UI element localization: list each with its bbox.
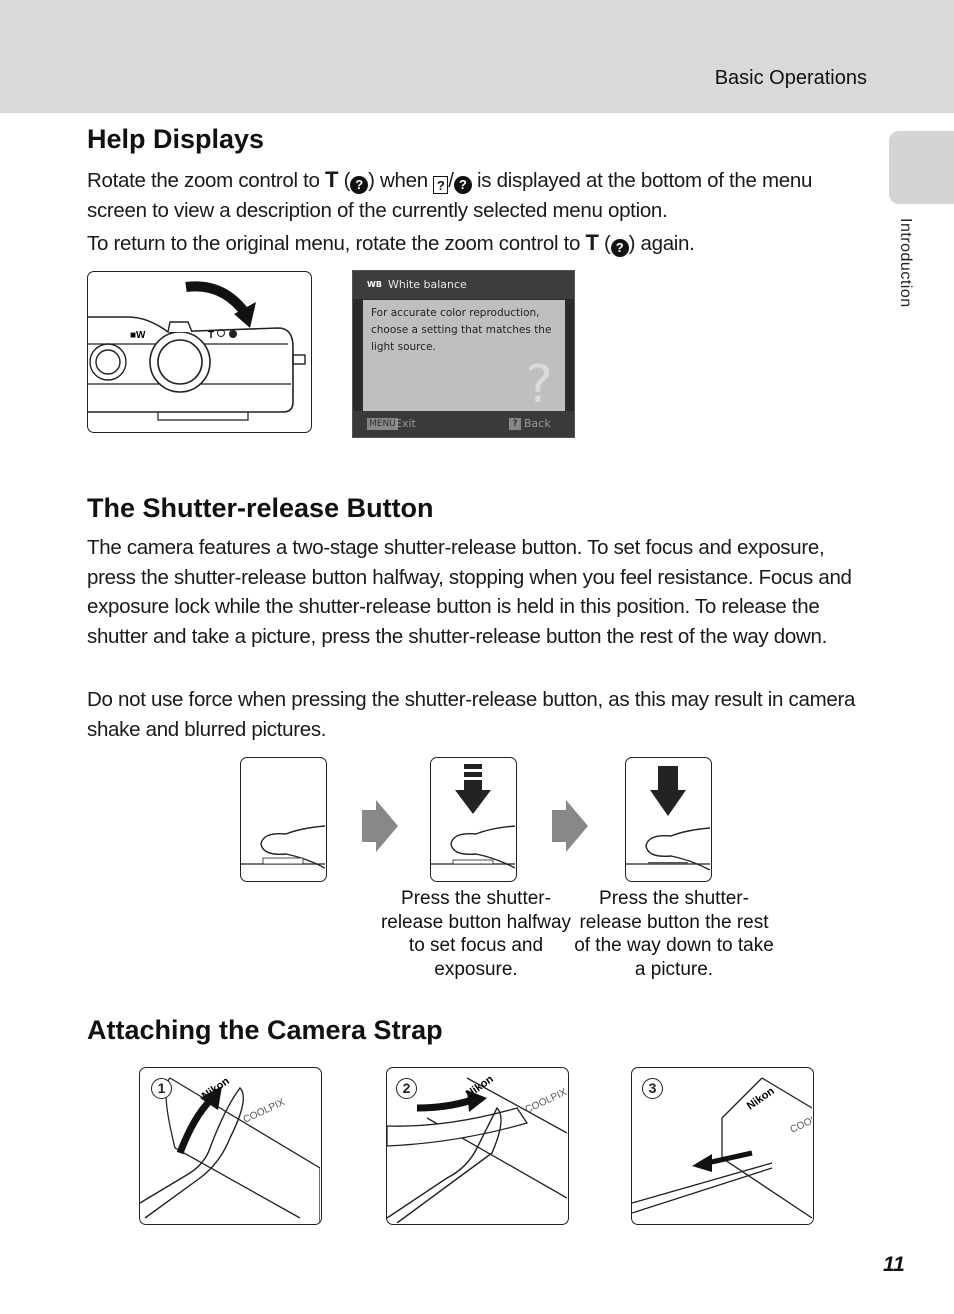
help-circle-icon: ? <box>350 176 369 194</box>
text-span: ) again. <box>628 232 695 255</box>
text-span: ( <box>338 169 351 192</box>
caption-halfway: Press the shutter-release button halfway… <box>380 888 572 980</box>
menu-key-icon: MENU <box>367 418 398 430</box>
strap-direction-arrow-icon <box>692 1154 712 1172</box>
text-span: / <box>448 169 454 192</box>
help-screen-footer: MENU Exit ? Back <box>353 411 574 437</box>
camera-zoom-illustration: ■W T <box>87 271 312 433</box>
heading-shutter-release: The Shutter-release Button <box>87 493 434 523</box>
finger-halfway-illustration <box>430 757 517 882</box>
caption-full-press: Press the shutter-release button the res… <box>574 888 774 980</box>
help-screen-illustration: WB White balance For accurate color repr… <box>352 270 575 438</box>
chapter-tab-label: Introduction <box>897 218 914 308</box>
help-description: For accurate color reproduction, choose … <box>371 307 552 353</box>
step-number-badge: 3 <box>642 1078 663 1099</box>
exit-label: Exit <box>395 417 416 430</box>
help-circle-icon: ? <box>453 176 472 194</box>
text-span: Rotate the zoom control to <box>87 169 326 192</box>
help-screen-header: WB White balance <box>353 271 574 299</box>
help-screen-title: White balance <box>388 278 467 291</box>
help-key-icon: ? <box>509 418 521 430</box>
model-label: COOLPIX <box>524 1087 567 1116</box>
tele-t-glyph: T <box>585 230 599 255</box>
chapter-tab <box>889 131 954 204</box>
heading-help-displays: Help Displays <box>87 124 265 154</box>
brand-label: Nikon <box>745 1085 777 1113</box>
page-header-band: Basic Operations <box>0 0 954 113</box>
help-paragraph-2: To return to the original menu, rotate t… <box>87 228 867 259</box>
help-circle-icon: ? <box>610 239 629 257</box>
shutter-paragraph-2: Do not use force when pressing the shutt… <box>87 688 856 741</box>
text-span: ) when <box>368 169 434 192</box>
finger-full-press-illustration <box>625 757 712 882</box>
press-down-arrow-icon <box>455 790 491 814</box>
strap-step-1-illustration: Nikon COOLPIX 1 <box>139 1067 322 1225</box>
help-screen-body: For accurate color reproduction, choose … <box>363 300 565 411</box>
zoom-wide-label: ■W <box>130 330 146 341</box>
section-title: Basic Operations <box>714 67 867 89</box>
text-span: To return to the original menu, rotate t… <box>87 232 586 255</box>
tele-t-glyph: T <box>325 167 339 192</box>
next-step-arrow-icon <box>552 800 588 852</box>
strap-step-3-illustration: Nikon COOLPIX 3 <box>631 1067 834 1225</box>
step-number-badge: 2 <box>396 1078 417 1099</box>
press-down-arrow-icon <box>650 790 686 816</box>
back-label: Back <box>524 417 551 430</box>
model-label: COOLPIX <box>789 1107 812 1136</box>
question-mark-icon: ? <box>525 355 553 415</box>
camera-top-drawing: ■W T <box>88 281 306 421</box>
next-step-arrow-icon <box>362 800 398 852</box>
model-label: COOLPIX <box>242 1097 287 1126</box>
strap-step-2-illustration: COOLPIX Nikon 2 <box>386 1067 569 1225</box>
heading-camera-strap: Attaching the Camera Strap <box>87 1015 443 1045</box>
white-balance-icon: WB <box>367 280 382 289</box>
text-span: ( <box>598 232 611 255</box>
step-number-badge: 1 <box>151 1078 172 1099</box>
shutter-paragraph-1: The camera features a two-stage shutter-… <box>87 536 852 648</box>
finger-rest-illustration <box>240 757 327 882</box>
help-box-icon: ? <box>433 176 449 194</box>
page-number: 11 <box>883 1253 905 1276</box>
zoom-tele-label: T <box>208 330 214 341</box>
help-paragraph-1: Rotate the zoom control to T (?) when ? /… <box>87 165 867 225</box>
